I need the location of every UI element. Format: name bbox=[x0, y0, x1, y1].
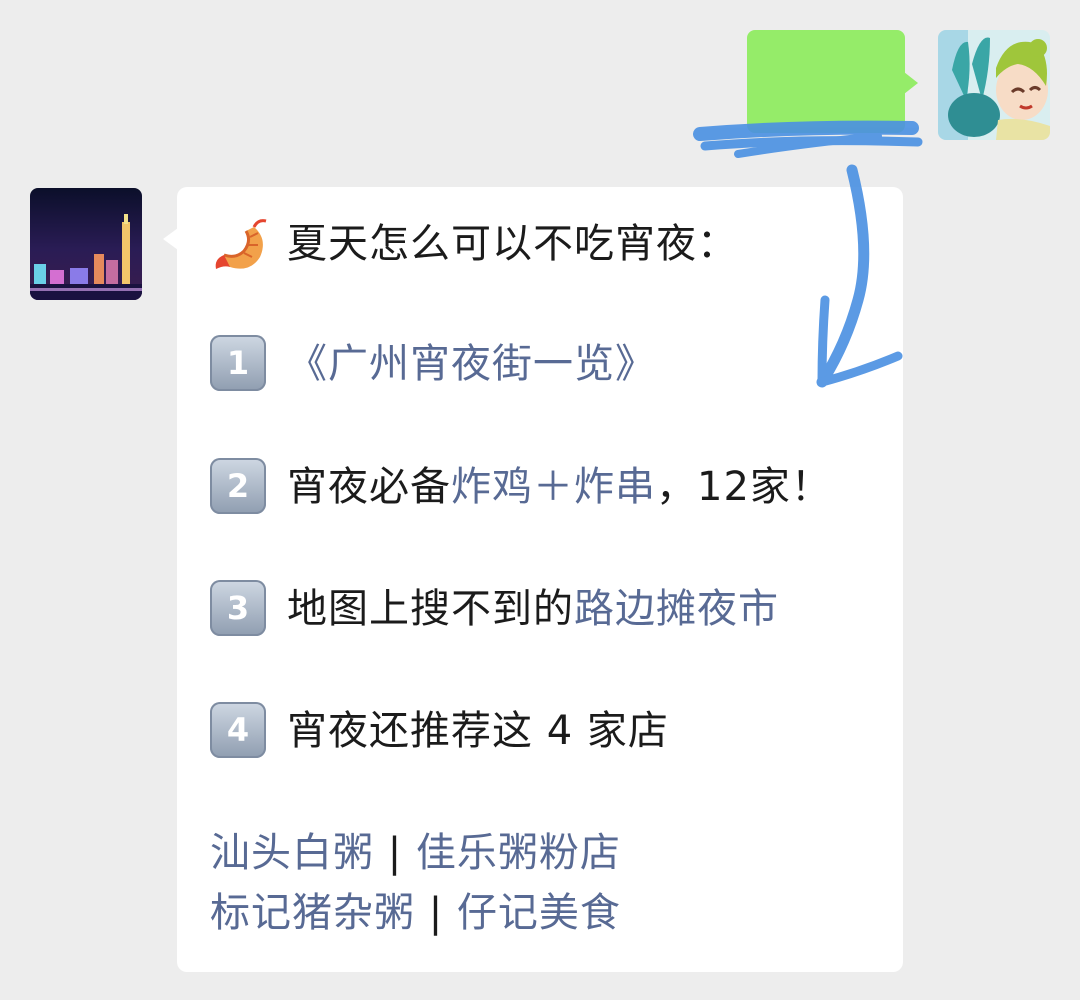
shrimp-icon bbox=[210, 215, 272, 277]
item-2-prefix: 宵夜必备 bbox=[287, 464, 451, 510]
item-1: 《广州宵夜街一览》 bbox=[287, 336, 656, 392]
item-3: 地图上搜不到的路边摊夜市 bbox=[287, 581, 779, 637]
separator: | bbox=[387, 830, 403, 876]
shop-row-1: 汕头白粥 | 佳乐粥粉店 bbox=[210, 825, 621, 881]
link-zaiji-food[interactable]: 仔记美食 bbox=[457, 890, 621, 936]
link-roadside-night-market[interactable]: 路边摊夜市 bbox=[574, 586, 779, 632]
link-biaoji-pork-porridge[interactable]: 标记猪杂粥 bbox=[210, 890, 415, 936]
link-fried-chicken[interactable]: 炸鸡＋炸串 bbox=[451, 464, 656, 510]
number-2-badge-icon: 2 bbox=[210, 458, 266, 514]
separator: | bbox=[428, 890, 444, 936]
item-4: 宵夜还推荐这 4 家店 bbox=[287, 703, 669, 759]
item-4-text: 宵夜还推荐这 4 家店 bbox=[287, 708, 669, 754]
link-guangzhou-night-street[interactable]: 《广州宵夜街一览》 bbox=[287, 341, 656, 387]
link-jiale-porridge-shop[interactable]: 佳乐粥粉店 bbox=[416, 830, 621, 876]
sent-message-bubble[interactable] bbox=[747, 30, 918, 133]
number-1-badge-icon: 1 bbox=[210, 335, 266, 391]
item-2-suffix: ，12家！ bbox=[656, 464, 832, 510]
self-avatar[interactable] bbox=[938, 30, 1050, 140]
intro-text: 夏天怎么可以不吃宵夜： bbox=[287, 221, 738, 267]
item-3-prefix: 地图上搜不到的 bbox=[287, 586, 574, 632]
contact-avatar[interactable] bbox=[30, 188, 142, 300]
number-3-badge-icon: 3 bbox=[210, 580, 266, 636]
item-2: 宵夜必备炸鸡＋炸串，12家！ bbox=[287, 459, 832, 515]
number-4-badge-icon: 4 bbox=[210, 702, 266, 758]
shop-row-2: 标记猪杂粥 | 仔记美食 bbox=[210, 885, 621, 941]
link-shantou-porridge[interactable]: 汕头白粥 bbox=[210, 830, 374, 876]
received-message-bubble[interactable]: 夏天怎么可以不吃宵夜： 1 《广州宵夜街一览》 2 宵夜必备炸鸡＋炸串，12家！… bbox=[163, 187, 903, 972]
